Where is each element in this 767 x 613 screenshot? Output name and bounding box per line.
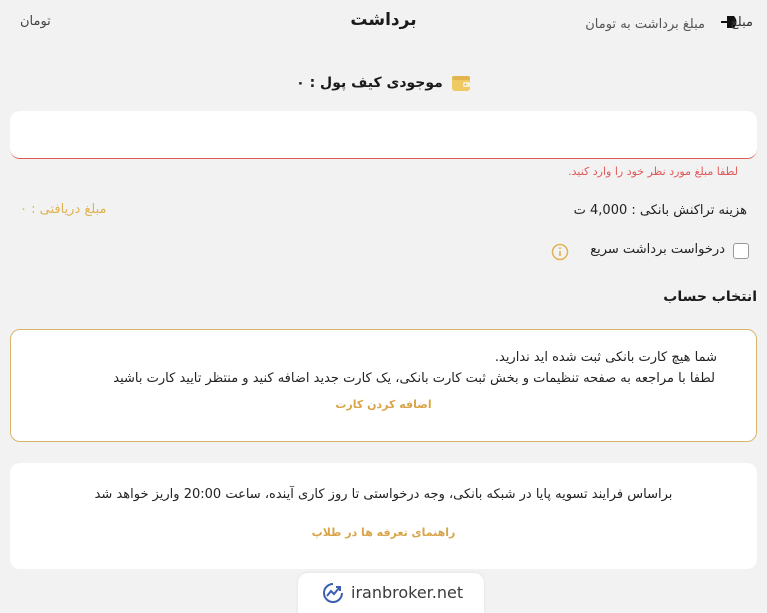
settlement-info-text: براساس فرایند تسویه پایا در شبکه بانکی، … (94, 487, 673, 502)
wallet-balance-row: موجودی کیف پول : ۰ (0, 74, 767, 92)
info-icon[interactable] (551, 243, 569, 261)
no-card-message: شما هیچ کارت بانکی ثبت شده اید ندارید. (494, 350, 717, 365)
watermark-text: iranbroker.net (351, 583, 464, 602)
fast-withdraw-checkbox[interactable] (733, 243, 749, 259)
received-amount: مبلغ دریافتی : ۰ (20, 202, 107, 217)
amount-error-message: لطفا مبلغ مورد نظر خود را وارد کنید. (568, 165, 738, 178)
amount-label: مبلغ (730, 15, 753, 30)
amount-field-card (10, 111, 757, 159)
select-account-title: انتخاب حساب (663, 289, 757, 305)
no-card-instructions: لطفا با مراجعه به صفحه تنظیمات و بخش ثبت… (113, 371, 715, 386)
amount-input[interactable] (183, 10, 707, 38)
fast-withdraw-label[interactable]: درخواست برداشت سریع (590, 242, 725, 257)
chart-circle-icon (322, 582, 344, 604)
bank-fee-text: هزینه تراکنش بانکی : 4,000 ت (573, 203, 747, 218)
fees-guide-link[interactable]: راهنمای تعرفه ها در طلاپ (0, 526, 767, 539)
add-card-button[interactable]: اضافه کردن کارت (0, 398, 767, 411)
amount-unit: تومان (20, 14, 51, 29)
wallet-balance: موجودی کیف پول : ۰ (296, 75, 443, 91)
wallet-icon (451, 74, 471, 92)
settlement-info-box (10, 463, 757, 569)
